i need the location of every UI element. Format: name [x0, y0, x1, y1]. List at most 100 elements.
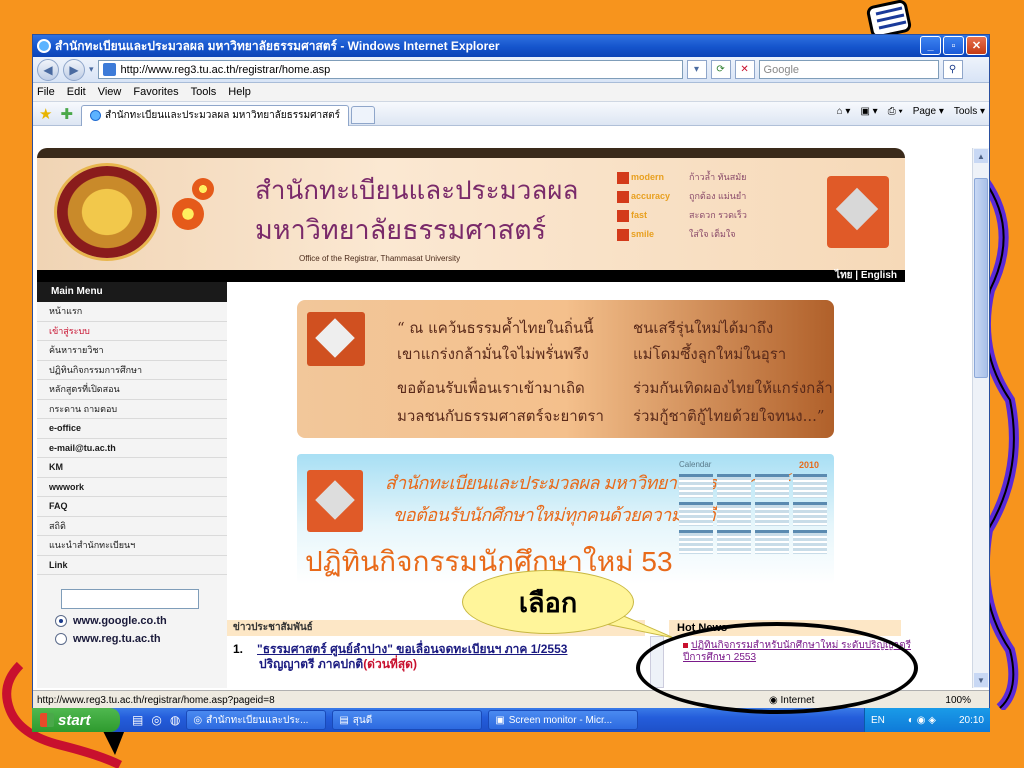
window-title: สำนักทะเบียนและประมวลผล มหาวิทยาลัยธรรมศ…	[55, 38, 500, 53]
reg-logo-icon	[307, 312, 365, 366]
radio-button[interactable]	[55, 633, 67, 645]
flower-icon	[172, 198, 204, 230]
back-button[interactable]: ◀	[37, 58, 59, 81]
page-scrollbar[interactable]: ▲ ▼	[972, 148, 989, 688]
menu-item-faq[interactable]: FAQ	[37, 497, 227, 517]
folder-icon[interactable]: ▤	[132, 713, 143, 727]
menu-item-home[interactable]: หน้าแรก	[37, 302, 227, 322]
search-input[interactable]: Google	[758, 60, 939, 79]
stop-button[interactable]: ✕	[734, 60, 755, 79]
motto-row: smile ใส่ใจ เต็มใจ	[617, 225, 747, 244]
window-controls: _ ▫ ✕	[920, 36, 987, 55]
new-tab-button[interactable]	[351, 106, 376, 124]
motto-row: accuracy ถูกต้อง แม่นยำ	[617, 187, 747, 206]
scroll-down-icon[interactable]: ▼	[974, 673, 988, 687]
minimize-button[interactable]: _	[920, 36, 941, 55]
radio-google[interactable]: www.google.co.th	[55, 615, 227, 627]
site-search-input[interactable]	[61, 589, 199, 609]
add-favorites-icon[interactable]: ✚	[60, 105, 73, 123]
calendar-banner[interactable]: สำนักทะเบียนและประมวลผล มหาวิทยาลัยธรรมศ…	[297, 454, 834, 584]
menu-item-link[interactable]: Link	[37, 556, 227, 575]
radio-button[interactable]	[55, 615, 67, 627]
menu-item-email[interactable]: e-mail@tu.ac.th	[37, 439, 227, 458]
poem-line: ขอต้อนรับเพื่อนเราเข้ามาเถิด	[397, 379, 585, 397]
scroll-thumb[interactable]	[974, 178, 988, 378]
menu-item-about[interactable]: แนะนำสำนักทะเบียนฯ	[37, 536, 227, 556]
title-bar[interactable]: สำนักทะเบียนและประมวลผล มหาวิทยาลัยธรรมศ…	[33, 35, 989, 57]
tab-label: สำนักทะเบียนและประมวลผล มหาวิทยาลัยธรรมศ…	[105, 110, 341, 121]
motto-row: modern ก้าวล้ำ ทันสมัย	[617, 168, 747, 187]
forward-button[interactable]: ▶	[63, 58, 85, 81]
poem-line: “ ณ แคว้นธรรมค้ำไทยในถิ่นนี้	[397, 319, 594, 337]
menu-tools[interactable]: Tools	[191, 86, 217, 98]
maximize-button[interactable]: ▫	[943, 36, 964, 55]
history-dropdown-icon[interactable]: ▾	[89, 64, 94, 75]
reg-logo-icon	[827, 176, 889, 248]
menu-favorites[interactable]: Favorites	[133, 86, 178, 98]
tools-menu[interactable]: Tools ▾	[954, 106, 985, 117]
university-seal-icon	[57, 166, 157, 258]
language-switch[interactable]: ไทย | English	[37, 270, 905, 282]
banner-title-th: สำนักทะเบียนและประมวลผล	[255, 176, 579, 206]
menu-item-calendar[interactable]: ปฏิทินกิจกรรมการศึกษา	[37, 361, 227, 380]
poem-line: แม่โดมซึ้งลูกใหม่ในอุรา	[633, 345, 787, 363]
task-screen-monitor[interactable]: ▣ Screen monitor - Micr...	[488, 710, 639, 730]
url-text: http://www.reg3.tu.ac.th/registrar/home.…	[120, 63, 331, 76]
news-link[interactable]: "ธรรมศาสตร์ ศูนย์ลำปาง" ขอเลื่อนจดทะเบีย…	[257, 642, 567, 656]
menu-bar: File Edit View Favorites Tools Help	[33, 83, 989, 102]
clock: 20:10	[958, 714, 984, 726]
feeds-icon[interactable]: ▣ ▾	[860, 106, 877, 117]
url-dropdown-icon[interactable]: ▾	[686, 60, 707, 79]
poem-line: ร่วมกู้ชาติกู้ไทยด้วยใจทนง...”	[633, 407, 825, 425]
menu-item-eoffice[interactable]: e-office	[37, 419, 227, 439]
highlight-ellipse	[636, 622, 918, 714]
url-field[interactable]: http://www.reg3.tu.ac.th/registrar/home.…	[97, 60, 683, 79]
calbanner-line3: ปฏิทินกิจกรรมนักศึกษาใหม่ 53	[305, 546, 673, 577]
menu-item-login[interactable]: เข้าสู่ระบบ	[37, 322, 227, 341]
news-item: 1. "ธรรมศาสตร์ ศูนย์ลำปาง" ขอเลื่อนจดทะเบ…	[233, 642, 567, 672]
radio-reg[interactable]: www.reg.tu.ac.th	[55, 633, 227, 645]
news-urgent-label: (ด่วนที่สุด)	[363, 657, 417, 671]
zoom-level[interactable]: 100%	[945, 695, 971, 706]
language-indicator[interactable]: EN	[871, 715, 885, 726]
banner-title-en: Office of the Registrar, Thammasat Unive…	[299, 254, 461, 263]
menu-item-wwwork[interactable]: wwwork	[37, 478, 227, 497]
calendar-months	[679, 474, 827, 554]
media-icon[interactable]: ◍	[170, 713, 180, 727]
menu-file[interactable]: File	[37, 86, 55, 98]
ie-quick-icon[interactable]: ◎	[151, 713, 161, 727]
refresh-button[interactable]: ⟳	[710, 60, 731, 79]
menu-item-course-search[interactable]: ค้นหารายวิชา	[37, 341, 227, 361]
quick-launch: ▤ ◎ ◍	[132, 713, 180, 727]
ie-icon: ◎	[193, 714, 203, 726]
menu-edit[interactable]: Edit	[67, 86, 86, 98]
menu-item-km[interactable]: KM	[37, 458, 227, 478]
news-number: 1.	[233, 642, 244, 656]
calendar-year: 2010	[798, 460, 819, 470]
poem-line: เขาแกร่งกล้ามั่นใจไม่พรั่นพรึง	[397, 345, 589, 363]
ie-logo-icon	[37, 39, 51, 53]
task-ie[interactable]: ◎ สำนักทะเบียนและประ...	[186, 710, 327, 730]
print-icon[interactable]: ⎙ ▾	[888, 106, 903, 117]
tab-active[interactable]: สำนักทะเบียนและประมวลผล มหาวิทยาลัยธรรมศ…	[81, 104, 350, 126]
menu-item-curriculum[interactable]: หลักสูตรที่เปิดสอน	[37, 380, 227, 400]
menu-item-stats[interactable]: สถิติ	[37, 517, 227, 536]
start-button[interactable]: start	[32, 708, 120, 732]
motto-row: fast สะดวก รวดเร็ว	[617, 206, 747, 225]
mini-calendar: Calendar 2010	[679, 460, 827, 578]
poem-line: ร่วมกันเทิดผองไทยให้แกร่งกล้า	[633, 379, 833, 397]
menu-help[interactable]: Help	[228, 86, 251, 98]
taskbar: start ▤ ◎ ◍ ◎ สำนักทะเบียนและประ... ▤ สุนด…	[32, 708, 990, 732]
search-button[interactable]: ⚲	[942, 60, 963, 79]
close-button[interactable]: ✕	[966, 36, 987, 55]
home-icon[interactable]: ⌂ ▾	[837, 106, 851, 117]
address-bar: ◀ ▶ ▾ http://www.reg3.tu.ac.th/registrar…	[33, 57, 989, 83]
menu-view[interactable]: View	[98, 86, 122, 98]
scroll-up-icon[interactable]: ▲	[974, 149, 988, 163]
favorites-star-icon[interactable]: ★	[39, 105, 52, 123]
menu-heading: Main Menu	[37, 282, 227, 302]
task-folder[interactable]: ▤ สุนดี	[332, 710, 483, 730]
page-menu[interactable]: Page ▾	[913, 106, 944, 117]
tray-icons[interactable]: ◐ ◉ ◈	[908, 715, 936, 726]
menu-item-webboard[interactable]: กระดาน ถามตอบ	[37, 400, 227, 419]
